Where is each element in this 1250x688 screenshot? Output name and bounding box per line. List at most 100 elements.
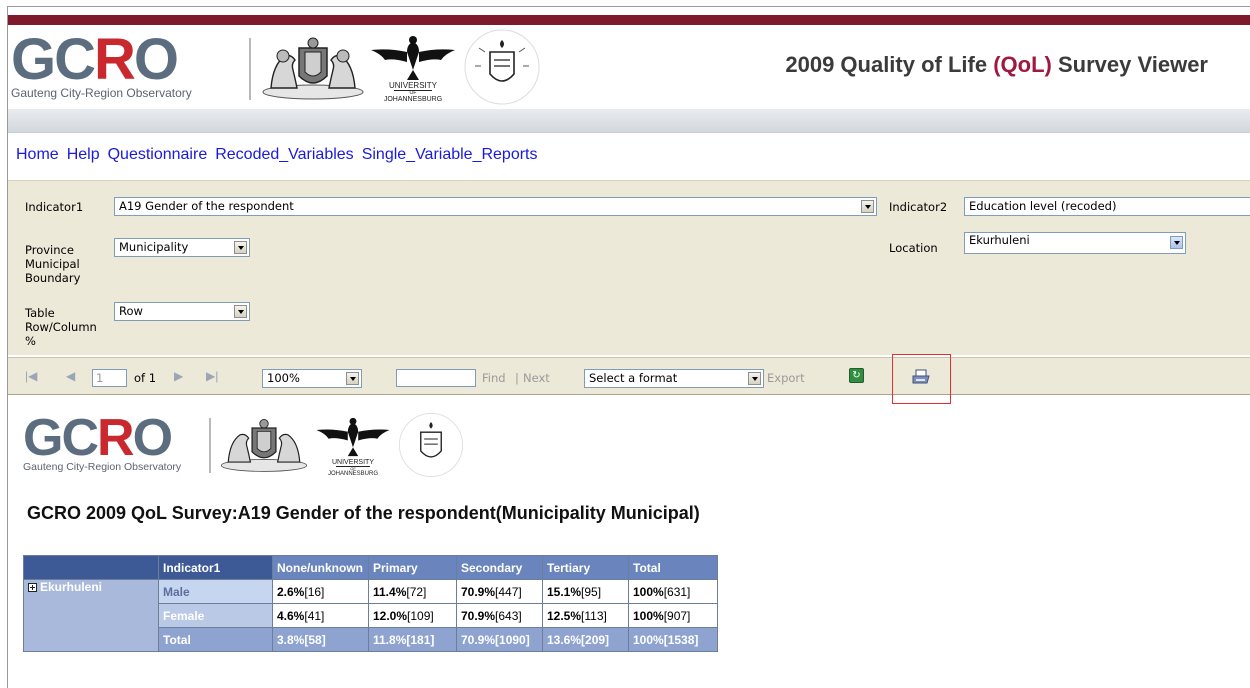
table-row-label: Female [158,603,273,628]
table-location-cell: Ekurhuleni [23,579,159,652]
boundary-label-line2: Municipal [25,257,80,271]
report-uj-eagle-icon [316,417,390,457]
zoom-select-value: 100% [267,371,300,385]
report-title: GCRO 2009 QoL Survey:A19 Gender of the r… [27,503,700,523]
location-select-value: Ekurhuleni [969,233,1030,247]
uj-label-bottom: JOHANNESBURG [383,96,443,103]
table-cell: 12.0%[109] [368,603,457,628]
page-number-input[interactable]: 1 [92,369,127,387]
report-gcro-logo-letters: G C R O [23,409,181,467]
location-select[interactable]: Ekurhuleni [964,232,1186,254]
export-format-select-value: Select a format [589,371,678,385]
report-gcro-letter-r: R [97,409,135,467]
table-header-none-unknown: None/unknown [272,555,369,580]
app-title-accent: (QoL) [993,52,1052,77]
gcro-letter-c: C [54,27,96,92]
table-percent-dropdown-arrow-icon[interactable] [234,305,247,318]
report-gcro-letter-g: G [23,409,63,467]
table-total-cell: 70.9%[1090] [456,627,543,652]
refresh-icon[interactable]: ↻ [849,368,864,383]
report-gcro-letter-o: O [132,409,174,467]
report-uj-label-top: UNIVERSITY [331,459,374,466]
table-total-cell: 11.8%[181] [368,627,457,652]
table-percent-label-line3: % [25,334,36,348]
find-next-link[interactable]: Next [523,371,550,385]
header-subband [8,109,1250,133]
find-text-input[interactable] [396,369,476,387]
first-page-icon[interactable]: |◀ [25,369,37,383]
boundary-dropdown-arrow-icon[interactable] [234,241,247,254]
gcro-logo: G C R O Gauteng City-Region Observatory [11,27,192,101]
report-uj-label-bottom: JOHANNESBURG [327,471,378,477]
find-link[interactable]: Find [482,371,506,385]
report-gauteng-coat-of-arms-icon [220,419,308,472]
export-format-select[interactable]: Select a format [584,369,764,388]
uj-label-top: UNIVERSITY [388,81,437,90]
table-total-cell: 3.8%[58] [272,627,369,652]
university-of-johannesburg-eagle-icon [371,36,455,80]
export-format-dropdown-arrow-icon[interactable] [748,372,761,385]
main-nav: Home Help Questionnaire Recoded_Variable… [16,146,538,164]
table-total-cell: 13.6%[209] [542,627,629,652]
boundary-label-line3: Boundary [25,271,81,285]
gcro-letter-o: O [133,27,180,92]
indicator1-label: Indicator1 [25,200,84,214]
nav-home[interactable]: Home [16,146,59,164]
gcro-logo-subtitle: Gauteng City-Region Observatory [11,86,192,100]
indicator1-dropdown-arrow-icon[interactable] [861,200,874,213]
report-wits-seal-icon [398,412,464,478]
page-count-label: of 1 [134,371,157,385]
last-page-icon[interactable]: ▶| [206,369,218,383]
table-cell: 11.4%[72] [368,579,457,604]
boundary-label: Province Municipal Boundary [25,243,80,285]
table-row-label: Male [158,579,273,604]
boundary-label-line1: Province [25,243,74,257]
report-uj-label: UNIVERSITY OF JOHANNESBURG [320,459,386,478]
zoom-dropdown-arrow-icon[interactable] [346,372,359,385]
table-percent-label: Table Row/Column % [25,306,97,348]
logo-divider [249,38,251,100]
gcro-logo-letters: G C R O [11,27,192,92]
uj-label: UNIVERSITY OF JOHANNESBURG [376,82,450,104]
table-total-cell: 100%[1538] [628,627,718,652]
table-header-primary: Primary [368,555,457,580]
table-cell: 70.9%[643] [456,603,543,628]
nav-single-variable-reports[interactable]: Single_Variable_Reports [362,146,538,164]
export-link[interactable]: Export [767,371,805,385]
report-logo-divider [209,418,211,473]
table-header-corner [23,555,159,580]
table-header-indicator1: Indicator1 [158,555,273,580]
indicator1-select[interactable]: A19 Gender of the respondent [114,197,877,216]
table-cell: 100%[907] [628,603,718,628]
table-percent-select-value: Row [119,304,143,318]
location-dropdown-arrow-icon[interactable] [1170,236,1183,249]
report-gcro-letter-c: C [61,409,99,467]
zoom-select[interactable]: 100% [262,369,362,388]
print-highlight-box [892,354,951,404]
print-icon[interactable] [911,369,931,385]
next-page-icon[interactable]: ▶ [174,369,183,383]
location-label: Location [889,241,938,255]
table-percent-select[interactable]: Row [114,302,250,321]
indicator2-select-value: Education level (recoded) [969,199,1117,213]
app-title: 2009 Quality of Life (QoL) Survey Viewer [785,52,1208,78]
nav-help[interactable]: Help [67,146,100,164]
nav-questionnaire[interactable]: Questionnaire [108,146,208,164]
gauteng-coat-of-arms-icon [262,37,364,100]
table-cell: 4.6%[41] [272,603,369,628]
boundary-select-value: Municipality [119,240,189,254]
expand-plus-icon[interactable] [28,583,37,592]
boundary-select[interactable]: Municipality [114,238,250,257]
table-percent-label-line2: Row/Column [25,320,97,334]
previous-page-icon[interactable]: ◀ [66,369,75,383]
crosstab-table: Indicator1 None/unknown Primary Secondar… [23,555,718,652]
indicator1-select-value: A19 Gender of the respondent [119,199,294,213]
table-header-row: Indicator1 None/unknown Primary Secondar… [23,555,718,580]
report-gcro-logo-subtitle: Gauteng City-Region Observatory [23,461,182,473]
app-title-suffix: Survey Viewer [1051,52,1208,77]
nav-recoded-variables[interactable]: Recoded_Variables [215,146,353,164]
table-location-label[interactable]: Ekurhuleni [40,580,102,594]
indicator2-select[interactable]: Education level (recoded) [964,197,1250,216]
report-gcro-logo: G C R O Gauteng City-Region Observatory [23,409,182,473]
wits-university-seal-icon [464,29,540,105]
